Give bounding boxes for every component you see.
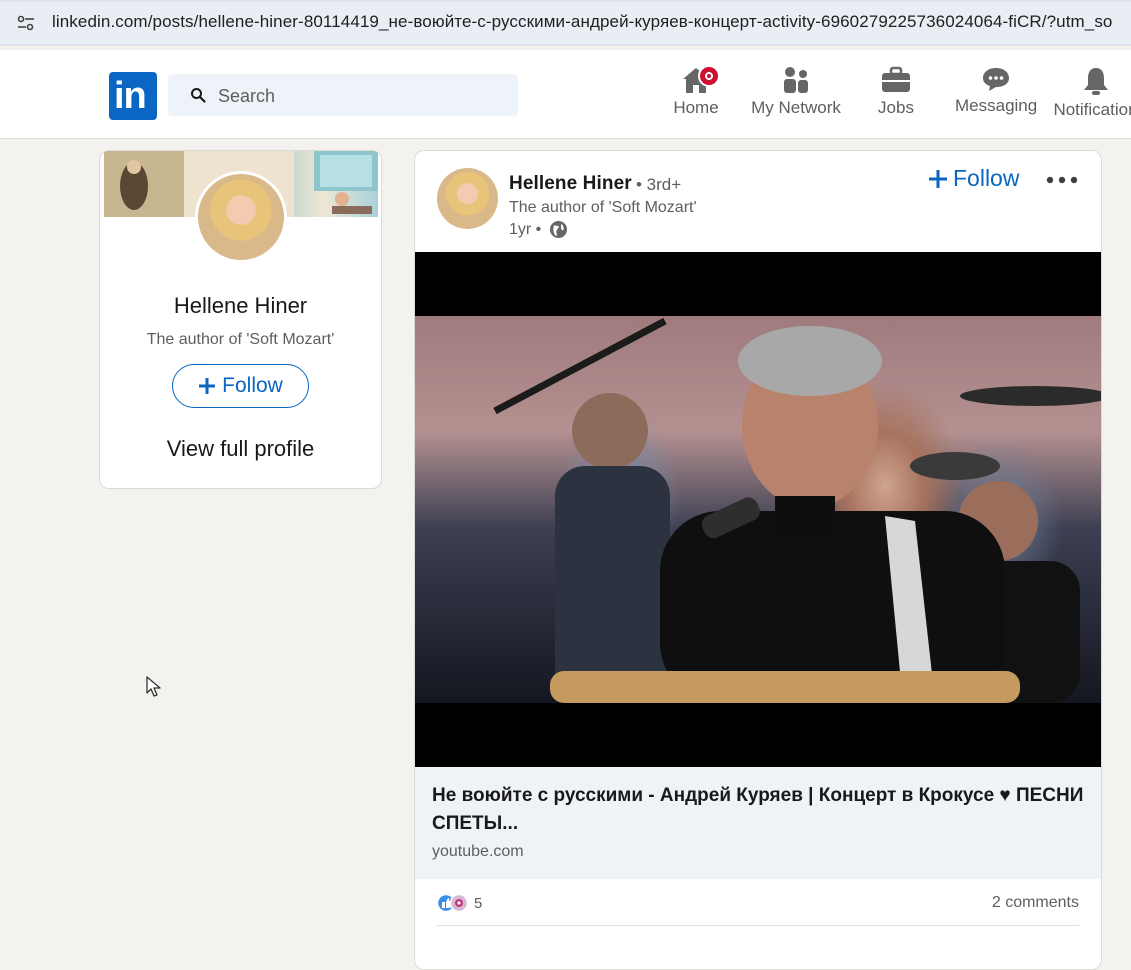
nav-label: My Network: [751, 98, 841, 117]
connection-degree: • 3rd+: [636, 175, 682, 194]
nav-messaging[interactable]: Messaging: [955, 66, 1037, 116]
link-preview[interactable]: Не воюйте с русскими - Андрей Куряев | К…: [415, 767, 1101, 879]
comments-count[interactable]: 2 comments: [992, 894, 1079, 912]
social-counts: 5 2 comments: [415, 879, 1101, 927]
url-text[interactable]: linkedin.com/posts/hellene-hiner-8011441…: [52, 12, 1113, 32]
profile-avatar[interactable]: [195, 171, 287, 263]
chat-icon: [983, 68, 1009, 91]
video-thumbnail[interactable]: [415, 252, 1101, 767]
bell-icon: [1083, 68, 1108, 95]
browser-address-bar: linkedin.com/posts/hellene-hiner-8011441…: [0, 0, 1131, 46]
follow-label: Follow: [953, 165, 1020, 191]
nav-label: Jobs: [878, 98, 914, 117]
post-follow-button[interactable]: Follow: [929, 165, 1019, 192]
view-full-profile-link[interactable]: View full profile: [100, 436, 381, 462]
nav-home[interactable]: Home: [672, 65, 720, 118]
concert-scene: [493, 317, 1101, 704]
notification-badge: [698, 65, 720, 87]
divider: [437, 925, 1079, 926]
linkedin-logo[interactable]: in: [109, 72, 157, 120]
post-author-name[interactable]: Hellene Hiner: [509, 173, 632, 195]
nav-jobs[interactable]: Jobs: [876, 66, 916, 118]
linkedin-header: in Home My Network Jobs: [0, 50, 1131, 139]
post-card: Hellene Hiner • 3rd+ The author of 'Soft…: [414, 150, 1102, 970]
briefcase-icon: [882, 66, 910, 92]
follow-label: Follow: [222, 374, 283, 397]
link-domain: youtube.com: [432, 843, 524, 860]
post-timestamp: 1yr •: [509, 221, 542, 238]
network-icon: [784, 67, 808, 93]
search-icon: [191, 88, 206, 103]
logo-text: in: [114, 75, 147, 117]
profile-name[interactable]: Hellene Hiner: [100, 293, 381, 319]
nav-notifications[interactable]: Notification: [1048, 66, 1131, 120]
mouse-cursor-icon: [146, 676, 161, 697]
link-title[interactable]: Не воюйте с русскими - Андрей Куряев | К…: [432, 782, 1092, 838]
nav-my-network[interactable]: My Network: [749, 66, 843, 118]
reactions-icon[interactable]: [437, 893, 471, 913]
video-frame: [415, 316, 1101, 704]
profile-card: Hellene Hiner The author of 'Soft Mozart…: [99, 150, 382, 489]
post-author-avatar[interactable]: [437, 168, 498, 229]
search-box[interactable]: [168, 74, 518, 116]
post-author-headline: The author of 'Soft Mozart': [509, 199, 697, 216]
reactions-count[interactable]: 5: [474, 895, 482, 912]
globe-icon: [549, 220, 568, 239]
search-input[interactable]: [216, 80, 510, 112]
nav-label: Home: [673, 98, 719, 117]
nav-label: Messaging: [955, 96, 1038, 115]
profile-headline: The author of 'Soft Mozart': [146, 331, 335, 348]
profile-follow-button[interactable]: Follow: [172, 364, 309, 408]
more-options-icon[interactable]: [1045, 173, 1079, 187]
plus-icon: [929, 169, 947, 188]
plus-icon: [199, 378, 216, 394]
site-settings-icon[interactable]: [16, 13, 36, 33]
nav-label: Notification: [1053, 100, 1131, 119]
